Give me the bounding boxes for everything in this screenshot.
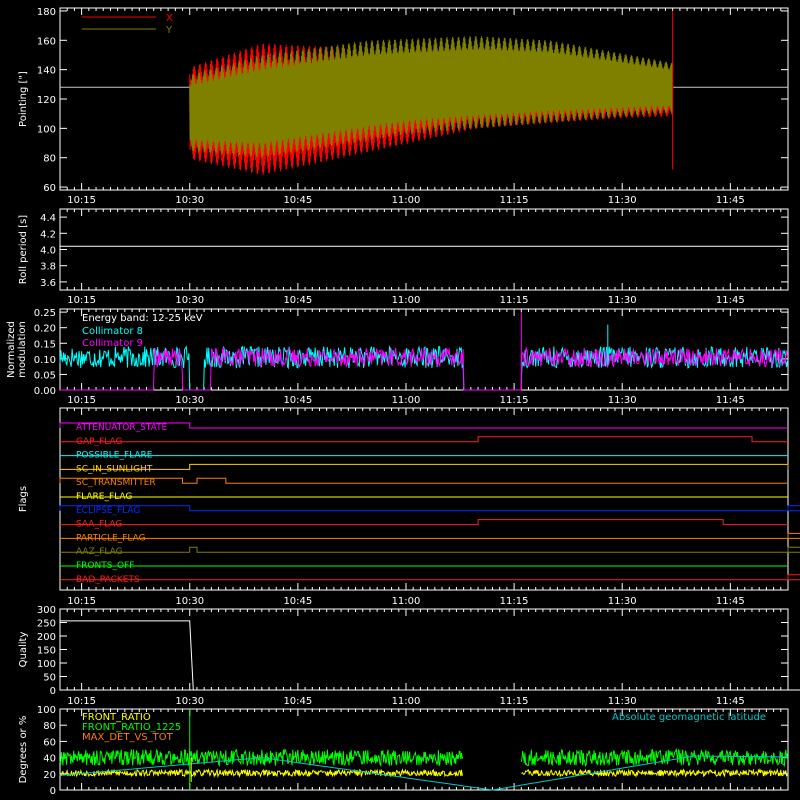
flag-label: FRONTS_OFF: [76, 561, 134, 571]
y-axis-label-line: Degrees or %: [18, 716, 29, 784]
x-tick-label: 10:30: [175, 596, 204, 607]
x-tick-label: 11:00: [392, 696, 421, 707]
x-tick-label: 10:30: [175, 195, 204, 206]
legend-label: MAX_DET_VS_TOT: [82, 732, 174, 743]
x-tick-label: 10:45: [283, 395, 312, 406]
x-tick-label: 11:45: [716, 295, 745, 306]
y-tick-label: 100: [37, 124, 56, 135]
y-tick-label: 100: [37, 705, 56, 716]
x-tick-label: 11:45: [716, 195, 745, 206]
flag-label: ECLIPSE_FLAG: [76, 506, 140, 516]
x-tick-label: 11:30: [608, 195, 637, 206]
y-tick-label: 180: [37, 7, 56, 18]
x-tick-label: 10:15: [67, 596, 96, 607]
y-tick-label: 60: [43, 737, 56, 748]
y-tick-label: 3.8: [40, 262, 56, 273]
y-tick-label: 0.10: [34, 355, 56, 366]
legend-label: Y: [165, 25, 173, 36]
flag-label: AAZ_FLAG: [76, 547, 123, 557]
y-tick-label: 0: [50, 686, 56, 697]
y-axis-label-line: Pointing ["]: [18, 71, 29, 127]
y-tick-label: 20: [43, 770, 56, 781]
x-tick-label: 10:30: [175, 696, 204, 707]
y-tick-label: 40: [43, 754, 56, 765]
x-tick-label: 10:15: [67, 195, 96, 206]
y-axis-label: Flags: [18, 486, 29, 512]
y-tick-label: 200: [37, 632, 56, 643]
y-axis-label-line: modulation: [17, 321, 28, 378]
y-axis-label-line: Quality: [18, 632, 29, 668]
x-tick-label: 11:15: [500, 395, 529, 406]
y-tick-label: 300: [37, 605, 56, 616]
x-tick-label: 11:30: [608, 696, 637, 707]
x-tick-label: 10:45: [283, 195, 312, 206]
y-axis-label: Pointing ["]: [18, 71, 29, 127]
flag-label: GAP_FLAG: [76, 437, 122, 447]
y-tick-label: 4.4: [40, 213, 56, 224]
multi-panel-chart: Pointing ["] 60 80 100 120 140 160 180 XY 10:15 10…: [0, 0, 800, 800]
x-tick-label: 10:15: [67, 696, 96, 707]
flag-label: SC_TRANSMITTER: [76, 478, 156, 488]
y-axis-label: Degrees or %: [18, 716, 29, 784]
legend-label: Collimator 9: [82, 338, 143, 349]
legend-label: X: [166, 13, 173, 24]
x-tick-label: 11:00: [392, 596, 421, 607]
flag-label: POSSIBLE_FLARE: [76, 451, 153, 461]
x-tick-label: 11:30: [608, 295, 637, 306]
x-tick-label: 10:15: [67, 295, 96, 306]
x-tick-label: 11:00: [392, 195, 421, 206]
flag-label: ATTENUATOR_STATE: [76, 423, 168, 433]
x-tick-label: 11:30: [608, 395, 637, 406]
x-tick-label: 10:45: [283, 596, 312, 607]
y-axis-label: Normalizedmodulation: [6, 321, 28, 378]
y-tick-label: 4.0: [40, 246, 56, 257]
x-tick-label: 11:15: [500, 696, 529, 707]
y-tick-label: 0.25: [34, 308, 56, 319]
y-axis-label-line: Normalized: [6, 321, 17, 378]
y-axis-label-line: Roll period [s]: [18, 215, 29, 284]
flag-label: SC_IN_SUNLIGHT: [76, 464, 153, 474]
x-tick-label: 10:30: [175, 395, 204, 406]
y-tick-label: 250: [37, 619, 56, 630]
x-tick-label: 10:45: [283, 295, 312, 306]
flag-label: SAA_FLAG: [76, 520, 122, 530]
y-tick-label: 160: [37, 36, 56, 47]
y-tick-label: 60: [43, 183, 56, 194]
y-tick-label: 0.00: [34, 386, 56, 397]
y-tick-label: 0.20: [34, 324, 56, 335]
y-tick-label: 4.2: [40, 229, 56, 240]
x-tick-label: 11:45: [716, 696, 745, 707]
y-tick-label: 3.6: [40, 278, 56, 289]
y-tick-label: 80: [43, 154, 56, 165]
x-tick-label: 11:15: [500, 596, 529, 607]
x-tick-label: 11:00: [392, 295, 421, 306]
x-tick-label: 11:15: [500, 295, 529, 306]
geomagnetic-latitude-label: Absolute geomagnetic latitude: [612, 712, 766, 723]
y-tick-label: 150: [37, 646, 56, 657]
x-tick-label: 10:45: [283, 696, 312, 707]
flag-label: BAD_PACKETS: [76, 575, 140, 585]
x-tick-label: 10:30: [175, 295, 204, 306]
y-axis-label-line: Flags: [18, 486, 29, 512]
energy-band-annotation: Energy band: 12-25 keV: [82, 313, 203, 324]
x-tick-label: 11:30: [608, 596, 637, 607]
y-tick-label: 0: [50, 786, 56, 797]
y-axis-label: Quality: [18, 632, 29, 668]
x-tick-label: 11:45: [716, 395, 745, 406]
y-tick-label: 120: [37, 95, 56, 106]
flag-label: FLARE_FLAG: [76, 492, 132, 502]
y-axis-label: Roll period [s]: [18, 215, 29, 284]
x-tick-label: 11:15: [500, 195, 529, 206]
y-tick-label: 50: [43, 673, 56, 684]
y-tick-label: 0.15: [34, 339, 56, 350]
x-tick-label: 10:15: [67, 395, 96, 406]
y-tick-label: 0.05: [34, 370, 56, 381]
y-tick-label: 140: [37, 66, 56, 77]
legend-label: Collimator 8: [82, 326, 143, 337]
y-tick-label: 100: [37, 659, 56, 670]
flag-label: PARTICLE_FLAG: [76, 533, 146, 543]
x-tick-label: 11:45: [716, 596, 745, 607]
x-tick-label: 11:00: [392, 395, 421, 406]
y-tick-label: 80: [43, 721, 56, 732]
